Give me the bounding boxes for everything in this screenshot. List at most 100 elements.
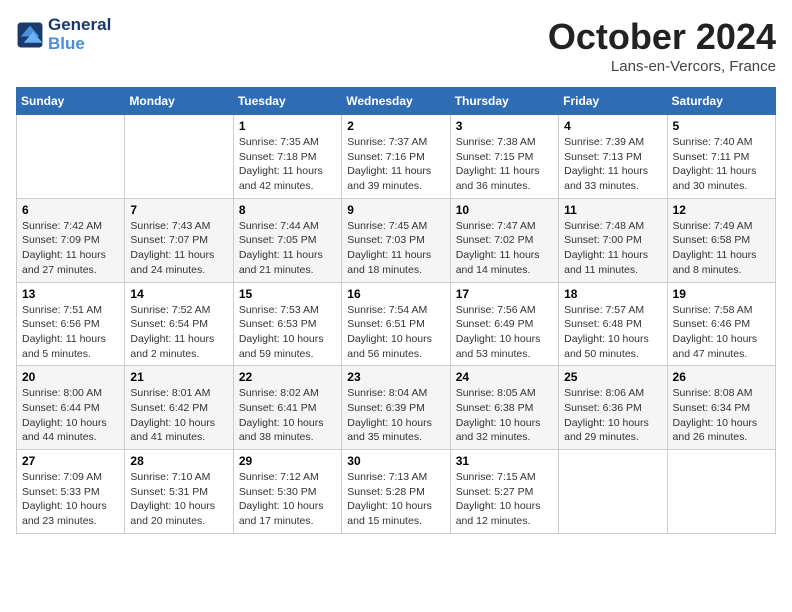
calendar-cell: 21 Sunrise: 8:01 AMSunset: 6:42 PMDayligh… xyxy=(125,366,233,450)
day-number: 27 xyxy=(22,454,119,468)
day-info: Sunrise: 8:06 AMSunset: 6:36 PMDaylight:… xyxy=(564,386,661,445)
calendar-week-row: 13Sunrise: 7:51 AMSunset: 6:56 PMDayligh… xyxy=(17,282,776,366)
calendar-cell: 10 Sunrise: 7:47 AMSunset: 7:02 PMDayligh… xyxy=(450,198,558,282)
day-header-saturday: Saturday xyxy=(667,88,775,115)
calendar-cell: 15 Sunrise: 7:53 AMSunset: 6:53 PMDayligh… xyxy=(233,282,341,366)
calendar-cell: 1Sunrise: 7:35 AMSunset: 7:18 PMDaylight… xyxy=(233,115,341,199)
day-number: 22 xyxy=(239,370,336,384)
calendar-cell: 6Sunrise: 7:42 AMSunset: 7:09 PMDaylight… xyxy=(17,198,125,282)
day-info: Sunrise: 7:54 AMSunset: 6:51 PMDaylight:… xyxy=(347,303,444,362)
calendar-cell: 20 Sunrise: 8:00 AMSunset: 6:44 PMDayligh… xyxy=(17,366,125,450)
calendar-cell: 11 Sunrise: 7:48 AMSunset: 7:00 PMDayligh… xyxy=(559,198,667,282)
calendar-cell: 12 Sunrise: 7:49 AMSunset: 6:58 PMDayligh… xyxy=(667,198,775,282)
calendar-cell: 19 Sunrise: 7:58 AMSunset: 6:46 PMDayligh… xyxy=(667,282,775,366)
day-number: 28 xyxy=(130,454,227,468)
day-info: Sunrise: 7:56 AMSunset: 6:49 PMDaylight:… xyxy=(456,303,553,362)
day-info: Sunrise: 7:10 AMSunset: 5:31 PMDaylight:… xyxy=(130,470,227,529)
day-info: Sunrise: 8:02 AMSunset: 6:41 PMDaylight:… xyxy=(239,386,336,445)
day-info: Sunrise: 7:57 AMSunset: 6:48 PMDaylight:… xyxy=(564,303,661,362)
day-number: 30 xyxy=(347,454,444,468)
day-number: 20 xyxy=(22,370,119,384)
day-number: 18 xyxy=(564,287,661,301)
day-number: 17 xyxy=(456,287,553,301)
day-info: Sunrise: 7:40 AMSunset: 7:11 PMDaylight:… xyxy=(673,135,770,194)
day-number: 11 xyxy=(564,203,661,217)
calendar-header-row: SundayMondayTuesdayWednesdayThursdayFrid… xyxy=(17,88,776,115)
logo: General Blue xyxy=(16,16,111,53)
day-number: 1 xyxy=(239,119,336,133)
day-info: Sunrise: 7:37 AMSunset: 7:16 PMDaylight:… xyxy=(347,135,444,194)
day-info: Sunrise: 7:39 AMSunset: 7:13 PMDaylight:… xyxy=(564,135,661,194)
day-info: Sunrise: 7:43 AMSunset: 7:07 PMDaylight:… xyxy=(130,219,227,278)
day-number: 23 xyxy=(347,370,444,384)
day-info: Sunrise: 7:45 AMSunset: 7:03 PMDaylight:… xyxy=(347,219,444,278)
day-number: 19 xyxy=(673,287,770,301)
calendar-week-row: 20 Sunrise: 8:00 AMSunset: 6:44 PMDayligh… xyxy=(17,366,776,450)
calendar-cell: 28 Sunrise: 7:10 AMSunset: 5:31 PMDayligh… xyxy=(125,450,233,534)
calendar-table: SundayMondayTuesdayWednesdayThursdayFrid… xyxy=(16,87,776,534)
calendar-week-row: 1Sunrise: 7:35 AMSunset: 7:18 PMDaylight… xyxy=(17,115,776,199)
day-info: Sunrise: 7:09 AMSunset: 5:33 PMDaylight:… xyxy=(22,470,119,529)
calendar-cell xyxy=(17,115,125,199)
day-number: 10 xyxy=(456,203,553,217)
location-subtitle: Lans-en-Vercors, France xyxy=(548,58,776,75)
day-number: 31 xyxy=(456,454,553,468)
calendar-week-row: 27 Sunrise: 7:09 AMSunset: 5:33 PMDayligh… xyxy=(17,450,776,534)
day-info: Sunrise: 8:05 AMSunset: 6:38 PMDaylight:… xyxy=(456,386,553,445)
day-number: 16 xyxy=(347,287,444,301)
calendar-cell: 27 Sunrise: 7:09 AMSunset: 5:33 PMDayligh… xyxy=(17,450,125,534)
day-number: 5 xyxy=(673,119,770,133)
day-number: 2 xyxy=(347,119,444,133)
calendar-cell: 26Sunrise: 8:08 AMSunset: 6:34 PMDayligh… xyxy=(667,366,775,450)
calendar-cell: 13Sunrise: 7:51 AMSunset: 6:56 PMDayligh… xyxy=(17,282,125,366)
day-number: 12 xyxy=(673,203,770,217)
day-number: 14 xyxy=(130,287,227,301)
day-number: 24 xyxy=(456,370,553,384)
day-info: Sunrise: 7:53 AMSunset: 6:53 PMDaylight:… xyxy=(239,303,336,362)
day-info: Sunrise: 8:00 AMSunset: 6:44 PMDaylight:… xyxy=(22,386,119,445)
day-info: Sunrise: 7:42 AMSunset: 7:09 PMDaylight:… xyxy=(22,219,119,278)
day-header-friday: Friday xyxy=(559,88,667,115)
calendar-cell: 14 Sunrise: 7:52 AMSunset: 6:54 PMDayligh… xyxy=(125,282,233,366)
calendar-cell xyxy=(125,115,233,199)
calendar-cell: 5 Sunrise: 7:40 AMSunset: 7:11 PMDaylight… xyxy=(667,115,775,199)
day-info: Sunrise: 7:48 AMSunset: 7:00 PMDaylight:… xyxy=(564,219,661,278)
day-header-thursday: Thursday xyxy=(450,88,558,115)
logo-line1: General xyxy=(48,16,111,35)
day-info: Sunrise: 7:49 AMSunset: 6:58 PMDaylight:… xyxy=(673,219,770,278)
calendar-cell: 4Sunrise: 7:39 AMSunset: 7:13 PMDaylight… xyxy=(559,115,667,199)
calendar-cell: 8 Sunrise: 7:44 AMSunset: 7:05 PMDaylight… xyxy=(233,198,341,282)
calendar-cell: 30 Sunrise: 7:13 AMSunset: 5:28 PMDayligh… xyxy=(342,450,450,534)
day-header-sunday: Sunday xyxy=(17,88,125,115)
day-number: 25 xyxy=(564,370,661,384)
day-info: Sunrise: 7:47 AMSunset: 7:02 PMDaylight:… xyxy=(456,219,553,278)
calendar-cell: 9Sunrise: 7:45 AMSunset: 7:03 PMDaylight… xyxy=(342,198,450,282)
day-number: 21 xyxy=(130,370,227,384)
calendar-cell: 24 Sunrise: 8:05 AMSunset: 6:38 PMDayligh… xyxy=(450,366,558,450)
day-info: Sunrise: 8:04 AMSunset: 6:39 PMDaylight:… xyxy=(347,386,444,445)
calendar-cell xyxy=(667,450,775,534)
day-info: Sunrise: 7:13 AMSunset: 5:28 PMDaylight:… xyxy=(347,470,444,529)
calendar-cell: 17 Sunrise: 7:56 AMSunset: 6:49 PMDayligh… xyxy=(450,282,558,366)
day-info: Sunrise: 7:12 AMSunset: 5:30 PMDaylight:… xyxy=(239,470,336,529)
day-number: 15 xyxy=(239,287,336,301)
day-info: Sunrise: 8:08 AMSunset: 6:34 PMDaylight:… xyxy=(673,386,770,445)
day-info: Sunrise: 7:52 AMSunset: 6:54 PMDaylight:… xyxy=(130,303,227,362)
calendar-cell: 22 Sunrise: 8:02 AMSunset: 6:41 PMDayligh… xyxy=(233,366,341,450)
day-info: Sunrise: 7:38 AMSunset: 7:15 PMDaylight:… xyxy=(456,135,553,194)
calendar-cell: 16 Sunrise: 7:54 AMSunset: 6:51 PMDayligh… xyxy=(342,282,450,366)
day-info: Sunrise: 7:58 AMSunset: 6:46 PMDaylight:… xyxy=(673,303,770,362)
day-number: 8 xyxy=(239,203,336,217)
calendar-cell: 31 Sunrise: 7:15 AMSunset: 5:27 PMDayligh… xyxy=(450,450,558,534)
logo-line2: Blue xyxy=(48,35,111,54)
calendar-cell: 18 Sunrise: 7:57 AMSunset: 6:48 PMDayligh… xyxy=(559,282,667,366)
day-number: 3 xyxy=(456,119,553,133)
day-info: Sunrise: 7:44 AMSunset: 7:05 PMDaylight:… xyxy=(239,219,336,278)
day-header-monday: Monday xyxy=(125,88,233,115)
calendar-cell: 23 Sunrise: 8:04 AMSunset: 6:39 PMDayligh… xyxy=(342,366,450,450)
day-info: Sunrise: 7:51 AMSunset: 6:56 PMDaylight:… xyxy=(22,303,119,362)
calendar-cell xyxy=(559,450,667,534)
day-number: 7 xyxy=(130,203,227,217)
day-info: Sunrise: 7:15 AMSunset: 5:27 PMDaylight:… xyxy=(456,470,553,529)
day-info: Sunrise: 8:01 AMSunset: 6:42 PMDaylight:… xyxy=(130,386,227,445)
